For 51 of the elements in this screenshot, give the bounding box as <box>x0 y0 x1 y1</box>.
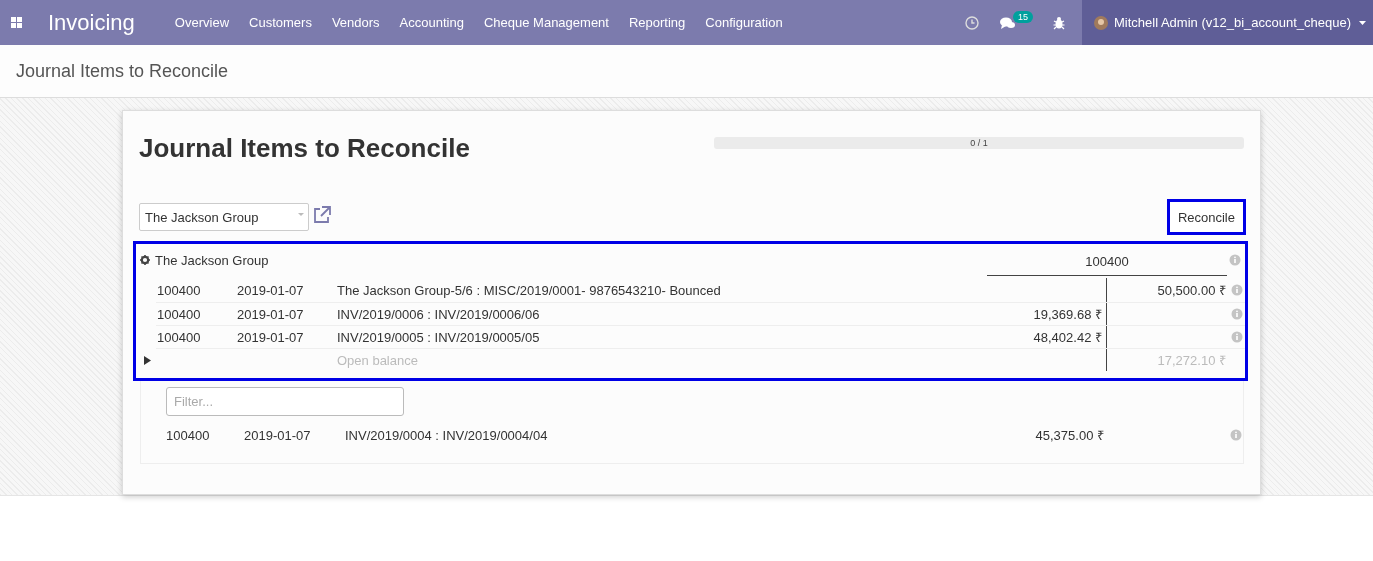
menu-item[interactable]: Reporting <box>618 15 696 30</box>
table-cell-text: 100400 <box>156 282 202 298</box>
table-cell-text: INV/2019/0006 : INV/2019/0006/06 <box>337 306 541 322</box>
expand-arrow-icon[interactable] <box>144 355 151 365</box>
menu-item[interactable]: Vendors <box>321 15 390 30</box>
debit-amount: 48,402.42 ₹ <box>1033 329 1102 346</box>
info-icon[interactable] <box>1230 429 1242 441</box>
credit-amount: 50,500.00 ₹ <box>1157 283 1226 298</box>
page-title: Journal Items to Reconcile <box>139 133 470 164</box>
breadcrumb: Journal Items to Reconcile <box>16 60 229 82</box>
avatar-icon <box>1093 15 1108 30</box>
account-code: 100400 <box>987 247 1227 276</box>
table-cell-text: The Jackson Group-5/6 : MISC/2019/0001- 9876543210- Bounced <box>337 282 722 298</box>
chat-icon[interactable] <box>998 15 1016 30</box>
partner-name: The Jackson Group <box>155 252 269 268</box>
debit-amount: 19,369.68 ₹ <box>1033 306 1102 323</box>
table-cell-text: 2019-01-07 <box>237 329 305 345</box>
menu-item[interactable]: Cheque Management <box>473 15 619 30</box>
menu-item[interactable]: Configuration <box>695 15 793 30</box>
open-balance-label: Open balance <box>337 352 419 368</box>
table-cell-text: 2019-01-07 <box>237 282 305 298</box>
reconcile-button[interactable]: Reconcile <box>1166 199 1246 235</box>
table-cell-text: 100400 <box>166 427 211 443</box>
external-link-icon[interactable] <box>312 205 331 223</box>
menu-item[interactable]: Customers <box>239 15 322 30</box>
table-cell-text: 100400 <box>156 329 202 345</box>
gear-icon <box>140 255 150 265</box>
bug-icon[interactable] <box>1052 15 1065 30</box>
info-icon[interactable] <box>1231 331 1243 343</box>
table-cell-text: 45,375.00 ₹ <box>1034 427 1104 444</box>
caret-icon <box>298 213 304 216</box>
apps-menu-icon[interactable] <box>11 17 22 28</box>
menu-item[interactable]: Overview <box>164 15 240 30</box>
table-cell-text: 2019-01-07 <box>244 427 312 443</box>
table-cell-text: 2019-01-07 <box>237 306 305 322</box>
info-icon[interactable] <box>1231 308 1243 320</box>
table-cell-text: INV/2019/0004 : INV/2019/0004/04 <box>345 427 549 443</box>
caret-icon <box>1359 20 1366 25</box>
message-count-badge: 15 <box>1012 10 1033 23</box>
info-icon[interactable] <box>1229 254 1241 266</box>
clock-icon[interactable] <box>964 15 979 30</box>
user-menu[interactable]: Mitchell Admin (v12_bi_account_cheque) <box>1081 0 1373 45</box>
info-icon[interactable] <box>1231 284 1243 296</box>
table-cell-text: INV/2019/0005 : INV/2019/0005/05 <box>337 329 541 345</box>
filter-field[interactable]: Filter... <box>166 387 404 416</box>
table-cell-text: 100400 <box>156 306 202 322</box>
progress-text: 0 / 1 <box>969 137 989 149</box>
app-title: Invoicing <box>48 9 135 36</box>
menu-item[interactable]: Accounting <box>389 15 474 30</box>
partner-select[interactable]: The Jackson Group <box>139 203 309 231</box>
open-balance-amount: 17,272.10 ₹ <box>1157 353 1226 368</box>
